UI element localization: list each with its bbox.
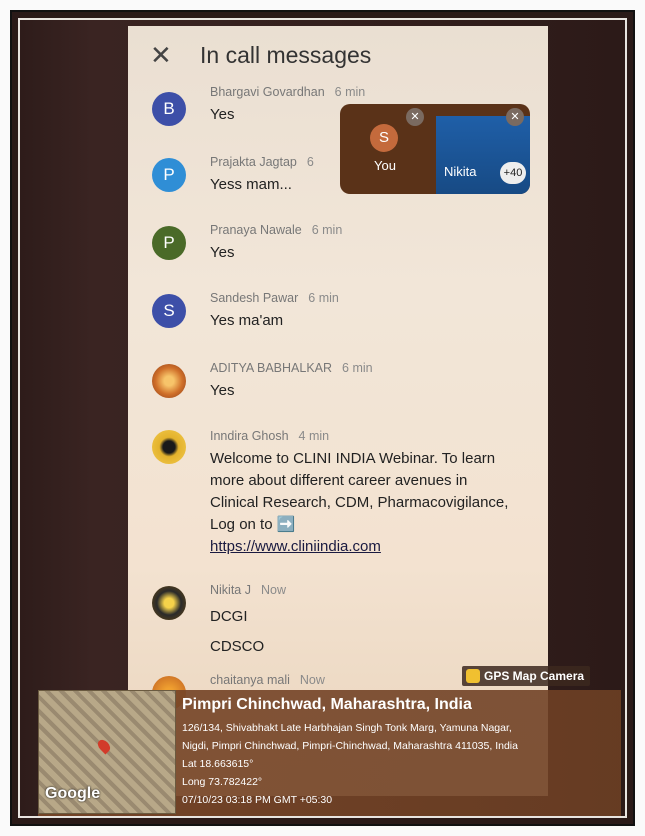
sender-label: ADITYA BABHALKAR: [210, 361, 333, 375]
gps-camera-badge: GPS Map Camera: [462, 666, 591, 686]
message-time: Now: [299, 673, 325, 687]
self-tile-label: You: [374, 158, 396, 173]
sender-label: chaitanya mali: [210, 673, 290, 687]
address-line: 126/134, Shivabhakt Late Harbhajan Singh…: [182, 722, 512, 734]
map-pin-icon: [95, 737, 113, 755]
avatar: B: [152, 92, 186, 126]
gps-stamp: Google Pimpri Chinchwad, Maharashtra, In…: [38, 690, 621, 816]
message-text: Welcome to CLINI INDIA Webinar. To learn…: [210, 448, 510, 558]
avatar: S: [370, 124, 398, 152]
longitude: Long 73.782422°: [182, 776, 263, 788]
webinar-link[interactable]: https://www.cliniindia.com: [210, 538, 381, 555]
message-body: Welcome to CLINI INDIA Webinar. To learn…: [210, 450, 509, 533]
mic-off-icon: ✕: [406, 108, 424, 126]
messages-header: ✕ In call messages: [128, 26, 548, 86]
message-text: Yes: [210, 244, 235, 261]
map-thumbnail: Google: [38, 690, 176, 814]
message-time: 6 min: [308, 291, 339, 305]
mic-off-icon: ✕: [506, 108, 524, 126]
avatar: S: [152, 294, 186, 328]
panel-title: In call messages: [200, 42, 372, 68]
call-pip[interactable]: S ✕ You ✕ Nikita +40: [340, 104, 530, 194]
sender-label: Inndira Ghosh: [210, 429, 289, 443]
sender-label: Nikita J: [210, 583, 251, 597]
map-provider-label: Google: [45, 785, 101, 802]
message-time: 6 min: [334, 85, 366, 99]
message-time: 6 min: [342, 361, 373, 375]
message-time: Now: [260, 583, 286, 597]
sender-label: Sandesh Pawar: [210, 291, 299, 305]
message-time: 4 min: [298, 429, 330, 443]
avatar: P: [152, 158, 186, 192]
message-text: Yes: [210, 382, 235, 399]
message-line: CDSCO: [210, 638, 265, 655]
message-text: Yes ma'am: [210, 312, 284, 329]
message-text: DCGI CDSCO: [210, 602, 264, 662]
participant-count-badge: +40: [500, 162, 526, 184]
sender-name: ADITYA BABHALKAR 6 min: [210, 360, 373, 376]
sender-label: Bhargavi Govardhan: [210, 85, 325, 99]
message-time: 6 min: [311, 223, 343, 237]
sender-name: Nikita J Now: [210, 582, 286, 598]
gps-camera-icon: [466, 669, 480, 683]
latitude: Lat 18.663615°: [182, 758, 254, 770]
datetime: 07/10/23 03:18 PM GMT +05:30: [182, 794, 333, 806]
avatar: [152, 430, 186, 464]
sender-label: Prajakta Jagtap: [210, 155, 297, 169]
address-line: Nigdi, Pimpri Chinchwad, Pimpri-Chinchwa…: [182, 740, 518, 752]
presenter-tile-label: Nikita: [444, 164, 477, 179]
sender-name: Sandesh Pawar 6 min: [210, 290, 339, 306]
sender-name: Bhargavi Govardhan 6 min: [210, 84, 365, 100]
message-text: Yes: [210, 106, 235, 123]
avatar: P: [152, 226, 186, 260]
location-title: Pimpri Chinchwad, Maharashtra, India: [182, 696, 472, 713]
avatar: [152, 586, 186, 620]
message-text: Yess mam...: [210, 176, 292, 193]
gps-camera-label: GPS Map Camera: [484, 669, 585, 683]
sender-label: Pranaya Nawale: [210, 223, 302, 237]
sender-name: Prajakta Jagtap 6: [210, 154, 314, 170]
sender-name: Inndira Ghosh 4 min: [210, 428, 329, 444]
message-line: DCGI: [210, 608, 248, 625]
sender-name: chaitanya mali Now: [210, 672, 325, 688]
sender-name: Pranaya Nawale 6 min: [210, 222, 342, 238]
message-time: 6: [306, 155, 314, 169]
avatar: [152, 364, 186, 398]
close-icon[interactable]: ✕: [150, 40, 172, 70]
